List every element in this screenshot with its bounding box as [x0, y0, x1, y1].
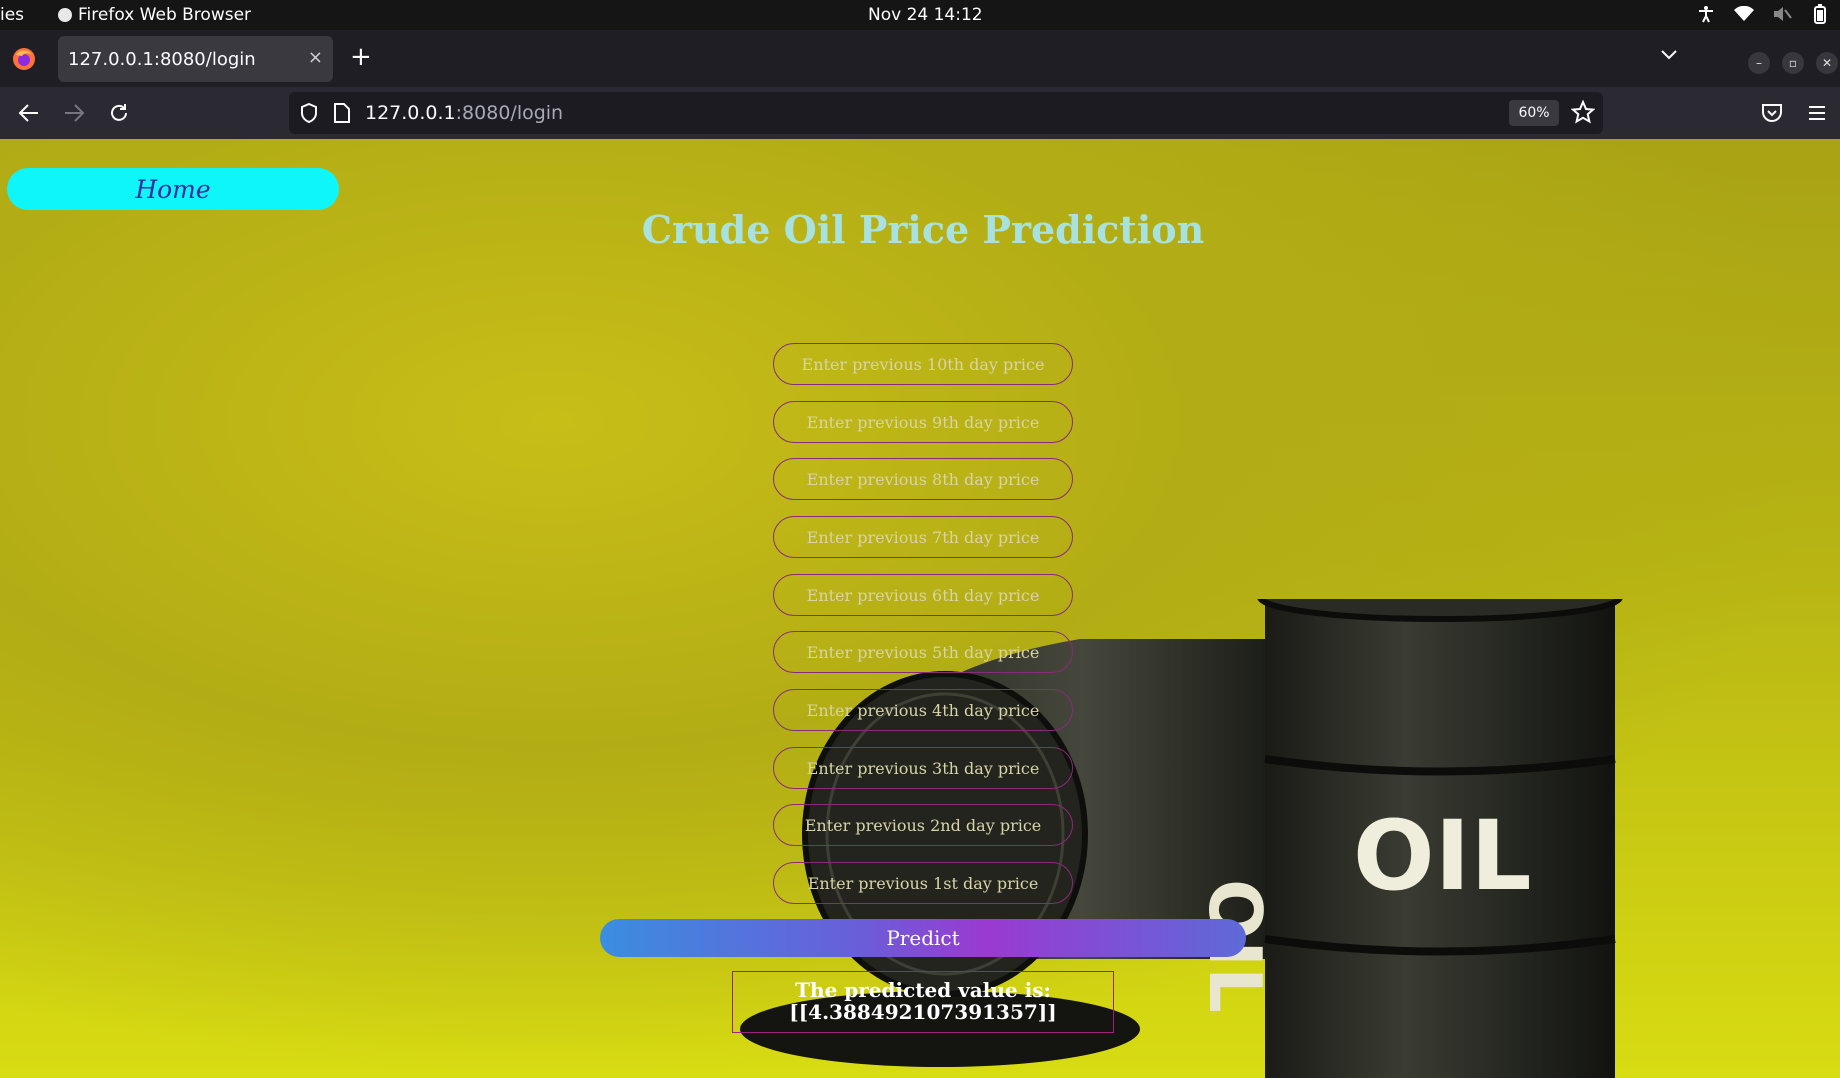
wifi-icon[interactable]	[1734, 4, 1754, 24]
tab-title: 127.0.0.1:8080/login	[68, 49, 256, 70]
price-input-day-3[interactable]	[773, 747, 1073, 789]
upright-barrel: OIL	[1257, 599, 1623, 1078]
price-input-day-5[interactable]	[773, 631, 1073, 673]
home-button[interactable]: Home	[7, 168, 339, 210]
navigation-toolbar: 127.0.0.1:8080/login 60%	[0, 87, 1840, 139]
price-input-day-9[interactable]	[773, 401, 1073, 443]
firefox-logo-icon[interactable]	[12, 47, 36, 71]
activities-button[interactable]: ies	[0, 5, 24, 25]
back-icon[interactable]	[16, 100, 42, 126]
forward-icon[interactable]	[61, 100, 87, 126]
prediction-result: The predicted value is: [[4.388492107391…	[732, 971, 1114, 1033]
price-input-day-2[interactable]	[773, 804, 1073, 846]
tracking-protection-shield-icon[interactable]	[299, 102, 319, 128]
reload-icon[interactable]	[106, 100, 132, 126]
price-input-day-7[interactable]	[773, 516, 1073, 558]
new-tab-button[interactable]: +	[350, 42, 372, 72]
app-menu-hamburger-icon[interactable]	[1804, 100, 1830, 126]
pocket-icon[interactable]	[1759, 100, 1785, 126]
url-text[interactable]: 127.0.0.1:8080/login	[365, 102, 563, 124]
list-all-tabs-chevron-icon[interactable]	[1660, 46, 1678, 65]
minimize-icon[interactable]: –	[1748, 52, 1770, 74]
battery-icon[interactable]	[1810, 4, 1830, 24]
barrel-label: OIL	[1353, 800, 1532, 912]
page-content: OIL OIL Home Crude Oil Price Prediction …	[0, 139, 1840, 1078]
window-close-icon[interactable]: ✕	[1816, 52, 1838, 74]
system-tray[interactable]	[1696, 4, 1830, 24]
firefox-app-icon	[58, 8, 72, 22]
url-path: :8080/login	[455, 102, 564, 124]
url-bar[interactable]: 127.0.0.1:8080/login 60%	[289, 92, 1603, 134]
url-host: 127.0.0.1	[365, 102, 456, 124]
app-name: Firefox Web Browser	[78, 5, 252, 25]
price-input-day-10[interactable]	[773, 343, 1073, 385]
clock[interactable]: Nov 24 14:12	[868, 5, 983, 25]
volume-muted-icon[interactable]	[1772, 4, 1792, 24]
restore-icon[interactable]: ▫	[1782, 52, 1804, 74]
tab-active[interactable]: 127.0.0.1:8080/login ×	[58, 36, 333, 82]
system-top-bar: ies Firefox Web Browser Nov 24 14:12	[0, 0, 1840, 30]
price-input-day-6[interactable]	[773, 574, 1073, 616]
page-info-icon[interactable]	[333, 102, 351, 128]
result-label: The predicted value is:	[795, 978, 1051, 1002]
tab-close-icon[interactable]: ×	[308, 47, 323, 68]
tab-strip: 127.0.0.1:8080/login × + – ▫ ✕	[0, 30, 1840, 87]
bookmark-star-icon[interactable]	[1570, 99, 1596, 128]
page-title: Crude Oil Price Prediction	[641, 207, 1205, 252]
result-value: [[4.388492107391357]]	[789, 1000, 1057, 1024]
price-input-day-4[interactable]	[773, 689, 1073, 731]
accessibility-icon[interactable]	[1696, 4, 1716, 24]
predict-button[interactable]: Predict	[600, 919, 1246, 957]
price-input-day-1[interactable]	[773, 862, 1073, 904]
price-input-day-8[interactable]	[773, 458, 1073, 500]
app-menu[interactable]: Firefox Web Browser	[58, 5, 251, 25]
zoom-level-button[interactable]: 60%	[1509, 100, 1559, 126]
